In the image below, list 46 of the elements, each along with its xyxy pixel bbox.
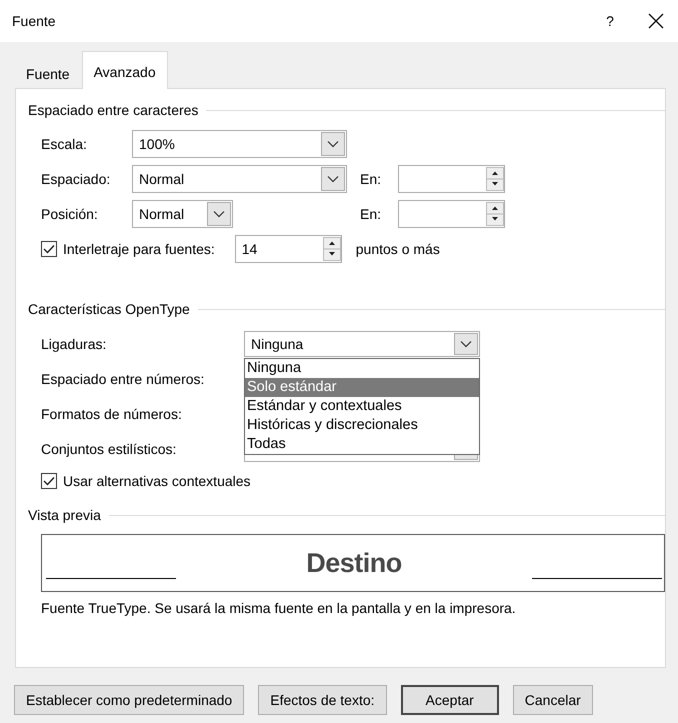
tab[interactable]: Avanzado (82, 51, 168, 89)
position-dropdown[interactable]: Normal (132, 200, 233, 228)
dropdown-option[interactable]: Solo estándar (245, 378, 479, 397)
checkbox-label: Usar alternativas contextuales (63, 473, 251, 489)
dropdown-option[interactable]: Estándar y contextuales (245, 397, 479, 416)
chevron-icon (213, 210, 225, 218)
field-label: Conjuntos estilísticos: (41, 441, 178, 457)
chevron-icon (327, 140, 339, 148)
font-note: Fuente TrueType. Se usará la misma fuente en la pantalla y en la impresora. (41, 600, 517, 616)
checkbox[interactable] (41, 241, 57, 257)
close-icon[interactable] (648, 13, 664, 29)
dropdown-option[interactable]: Todas (245, 435, 479, 454)
spinner-arrows-icon (486, 202, 504, 226)
spacing-dropdown[interactable]: Normal (132, 165, 347, 193)
field-label: Posición: (41, 206, 99, 222)
section-heading: Vista previa (28, 507, 101, 523)
chevron-icon (327, 175, 339, 183)
chevron-icon (460, 340, 472, 348)
dialog-button[interactable]: Establecer como predeterminado (14, 685, 244, 715)
field-label: En: (360, 171, 382, 187)
section-heading: Espaciado entre caracteres (28, 102, 198, 118)
spin-field[interactable]: 14 (234, 235, 342, 263)
help-button[interactable]: ? (590, 13, 630, 29)
scale-dropdown[interactable]: 100% (132, 130, 347, 158)
checkbox[interactable] (41, 473, 57, 489)
dialog-button[interactable]: Aceptar (400, 685, 499, 715)
dropdown-option[interactable]: Históricas y discrecionales (245, 416, 479, 435)
section-heading: Características OpenType (28, 301, 190, 317)
ligatures-dropdown[interactable]: Ninguna (244, 331, 480, 357)
dropdown-option[interactable]: Ninguna (245, 359, 479, 378)
dialog-button[interactable]: Efectos de texto: (258, 685, 387, 715)
field-label: Espaciado entre números: (41, 371, 206, 387)
field-label: Espaciado: (41, 171, 112, 187)
field-label: Ligaduras: (41, 336, 108, 352)
spinner-arrows-icon (486, 167, 504, 191)
spin-field[interactable] (398, 165, 505, 193)
field-label: Escala: (41, 136, 88, 152)
dialog-button[interactable]: Cancelar (512, 685, 593, 715)
spinner-arrows-icon (322, 237, 341, 261)
preview-sample: Destino (305, 548, 403, 578)
window-title: Fuente (12, 13, 57, 29)
field-label: Formatos de números: (41, 406, 183, 422)
checkbox-label: Interletraje para fuentes: (63, 241, 215, 257)
field-label: puntos o más (356, 241, 440, 257)
spin-field[interactable] (398, 200, 505, 228)
field-label: En: (360, 206, 382, 222)
